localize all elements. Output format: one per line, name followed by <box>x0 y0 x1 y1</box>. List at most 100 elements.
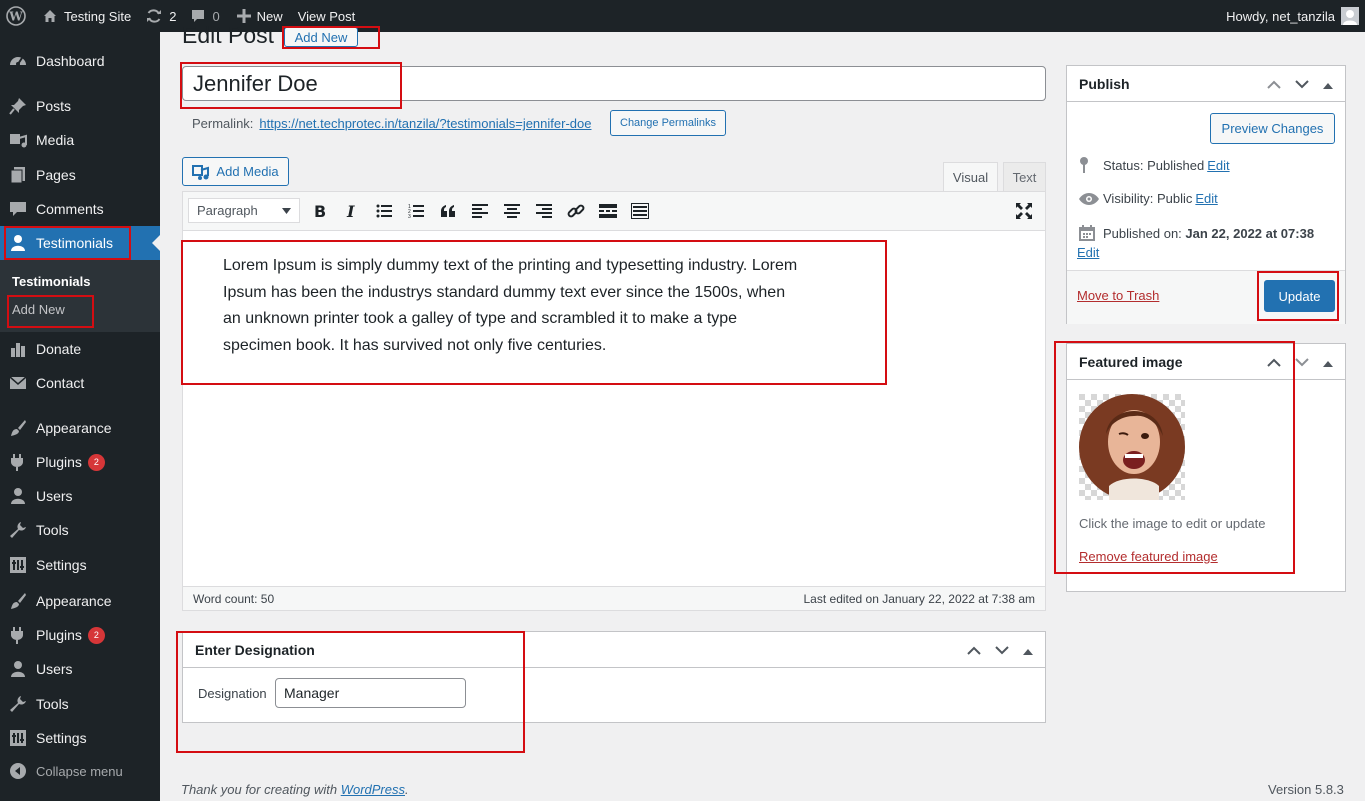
sidebar-item-posts[interactable]: Posts <box>0 89 160 123</box>
blockquote-icon[interactable] <box>432 197 464 225</box>
move-down-icon[interactable] <box>1295 354 1309 370</box>
align-right-icon[interactable] <box>528 197 560 225</box>
designation-label: Designation <box>198 686 267 701</box>
post-title-input[interactable]: Jennifer Doe <box>182 66 1046 101</box>
move-up-icon[interactable] <box>1267 76 1281 92</box>
bulleted-list-icon[interactable] <box>368 197 400 225</box>
read-more-icon[interactable] <box>592 197 624 225</box>
sidebar-item-label: Settings <box>36 730 87 746</box>
pin-icon <box>1079 157 1103 173</box>
published-on-row: Published on: Jan 22, 2022 at 07:38 <box>1079 225 1314 241</box>
sidebar-item-label: Appearance <box>36 420 112 436</box>
editor-content[interactable]: Lorem Ipsum is simply dummy text of the … <box>223 253 843 360</box>
sidebar-item-appearance[interactable]: Appearance <box>0 584 160 618</box>
bold-icon[interactable]: B <box>304 197 336 225</box>
sidebar-item-users[interactable]: Users <box>0 479 160 513</box>
submenu-item-testimonials[interactable]: Testimonials <box>12 274 91 289</box>
sidebar-item-settings[interactable]: Settings <box>0 721 160 755</box>
sidebar-item-users[interactable]: Users <box>0 652 160 686</box>
designation-value: Manager <box>284 685 340 701</box>
sidebar-item-tools[interactable]: Tools <box>0 687 160 721</box>
svg-text:W: W <box>8 10 23 24</box>
sidebar-item-tools[interactable]: Tools <box>0 513 160 547</box>
visibility-row: Visibility: Public Edit <box>1079 191 1218 206</box>
home-icon <box>42 8 58 24</box>
remove-featured-image-link[interactable]: Remove featured image <box>1079 549 1218 564</box>
my-account[interactable]: Howdy, net_tanzila <box>1226 7 1365 25</box>
post-title-value: Jennifer Doe <box>193 71 318 96</box>
sidebar-item-pages[interactable]: Pages <box>0 158 160 192</box>
move-down-icon[interactable] <box>1295 76 1309 92</box>
content-line: Lorem Ipsum is simply dummy text of the … <box>223 257 798 274</box>
testimonials-submenu: Testimonials Add New <box>0 260 160 332</box>
add-media-button[interactable]: Add Media <box>182 157 289 186</box>
move-up-icon[interactable] <box>1267 354 1281 370</box>
edit-date-link[interactable]: Edit <box>1077 245 1099 260</box>
sidebar-item-label: Comments <box>36 201 104 217</box>
update-count-badge: 2 <box>87 453 105 471</box>
edit-visibility-link[interactable]: Edit <box>1195 191 1217 206</box>
publish-metabox: Publish Preview Changes Status: Publishe… <box>1066 65 1346 324</box>
featured-image-hint: Click the image to edit or update <box>1079 516 1266 531</box>
update-button[interactable]: Update <box>1264 280 1335 312</box>
link-icon[interactable] <box>560 197 592 225</box>
footer-thanks: Thank you for creating with WordPress. <box>181 782 409 797</box>
toggle-panel-icon[interactable] <box>1323 76 1333 92</box>
editor-status-bar: Word count: 50 Last edited on January 22… <box>183 586 1045 610</box>
sidebar-item-media[interactable]: Media <box>0 123 160 157</box>
numbered-list-icon[interactable]: 123 <box>400 197 432 225</box>
featured-image-thumbnail[interactable] <box>1079 394 1185 500</box>
sidebar-item-donate[interactable]: Donate <box>0 332 160 366</box>
sidebar-item-label: Pages <box>36 167 76 183</box>
sidebar-item-contact[interactable]: Contact <box>0 366 160 400</box>
wordpress-logo-icon[interactable]: W <box>0 0 35 32</box>
footer-thanks-suffix: . <box>405 782 409 797</box>
italic-icon[interactable]: I <box>336 197 368 225</box>
sidebar-item-testimonials[interactable]: Testimonials <box>0 226 160 260</box>
align-center-icon[interactable] <box>496 197 528 225</box>
sidebar-item-settings[interactable]: Settings <box>0 548 160 582</box>
wordpress-link[interactable]: WordPress <box>341 782 405 797</box>
content-line: Ipsum has been the industrys standard du… <box>223 283 786 301</box>
plus-icon <box>236 9 251 23</box>
svg-text:I: I <box>346 203 355 219</box>
sidebar-item-label: Settings <box>36 557 87 573</box>
align-left-icon[interactable] <box>464 197 496 225</box>
visibility-value: Public <box>1156 191 1193 206</box>
tab-text[interactable]: Text <box>1003 162 1046 191</box>
sidebar-item-label: Tools <box>36 522 69 538</box>
collapse-menu-button[interactable]: Collapse menu <box>0 754 160 788</box>
tab-visual[interactable]: Visual <box>943 162 998 191</box>
sidebar-item-plugins[interactable]: Plugins 2 <box>0 618 160 652</box>
sidebar-item-appearance[interactable]: Appearance <box>0 411 160 445</box>
sidebar-item-plugins[interactable]: Plugins 2 <box>0 445 160 479</box>
designation-input[interactable]: Manager <box>275 678 466 708</box>
move-down-icon[interactable] <box>995 642 1009 658</box>
move-up-icon[interactable] <box>967 642 981 658</box>
updates-link[interactable]: 2 <box>138 0 183 32</box>
plugin-icon <box>0 626 36 644</box>
edit-status-link[interactable]: Edit <box>1207 158 1229 173</box>
last-edited: Last edited on January 22, 2022 at 7:38 … <box>803 591 1036 606</box>
sidebar-item-comments[interactable]: Comments <box>0 192 160 226</box>
featured-image-title: Featured image <box>1079 353 1183 370</box>
fullscreen-icon[interactable] <box>1008 197 1040 225</box>
submenu-item-add-new[interactable]: Add New <box>12 302 65 317</box>
collapse-icon <box>0 762 36 780</box>
toggle-panel-icon[interactable] <box>1023 642 1033 658</box>
change-permalinks-button[interactable]: Change Permalinks <box>610 110 726 136</box>
preview-changes-button[interactable]: Preview Changes <box>1210 113 1335 144</box>
sidebar-item-dashboard[interactable]: Dashboard <box>0 44 160 78</box>
add-new-button[interactable]: Add New <box>284 27 358 47</box>
toolbar-toggle-icon[interactable] <box>624 197 656 225</box>
designation-metabox-header: Enter Designation <box>183 632 1045 668</box>
format-select[interactable]: Paragraph <box>188 198 300 223</box>
settings-icon <box>0 556 36 574</box>
active-menu-arrow <box>152 235 160 251</box>
permalink-link[interactable]: https://net.techprotec.in/tanzila/?testi… <box>259 116 591 131</box>
move-to-trash-link[interactable]: Move to Trash <box>1077 288 1159 303</box>
page-title: Edit Post <box>182 22 275 48</box>
content-line: specimen book. It has survived not only … <box>223 337 607 355</box>
site-name-link[interactable]: Testing Site <box>35 0 138 32</box>
toggle-panel-icon[interactable] <box>1323 354 1333 370</box>
